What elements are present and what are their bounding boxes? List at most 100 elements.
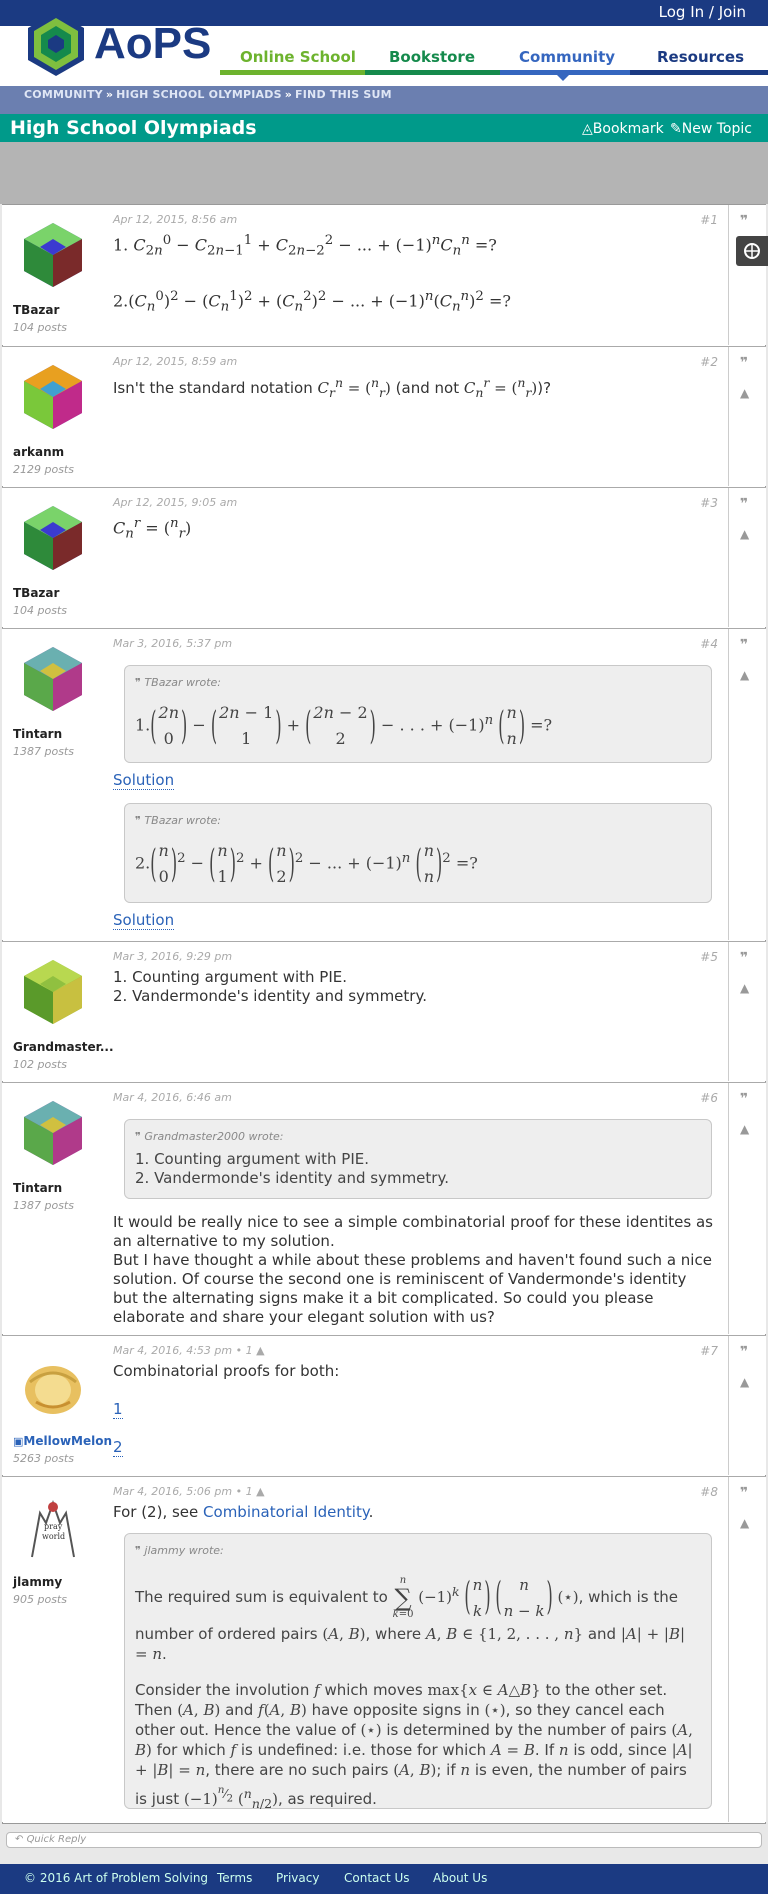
user-avatar-tintarn[interactable] [22, 645, 84, 711]
quote-icon[interactable]: ❞ [740, 1486, 754, 1500]
post-action-rail: ❞ ▲ [728, 347, 766, 486]
post-number[interactable]: #3 [700, 496, 718, 510]
post-8: pray world jlammy 905 posts Mar 4, 2016,… [2, 1476, 766, 1822]
globe-icon [744, 243, 760, 259]
breadcrumb-community[interactable]: COMMUNITY [24, 88, 103, 101]
username[interactable]: Tintarn [13, 1181, 62, 1195]
post-action-rail: ❞ ▲ [728, 488, 766, 627]
like-icon[interactable]: ▲ [740, 982, 754, 994]
bookmark-icon: ◬ [582, 121, 593, 137]
login-link[interactable]: Log In / Join [659, 3, 746, 21]
post-date: Mar 4, 2016, 6:46 am [113, 1091, 232, 1104]
thumbs-up-icon: ▲ [256, 1485, 265, 1498]
username[interactable]: arkanm [13, 445, 64, 459]
nav-resources-underline [630, 70, 768, 75]
footer-contact-link[interactable]: Contact Us [344, 1871, 410, 1885]
post-number[interactable]: #1 [700, 213, 718, 227]
like-icon[interactable]: ▲ [740, 387, 754, 399]
quote-text: The required sum is equivalent to n ∑ k=… [135, 1573, 693, 1812]
user-post-count: 104 posts [13, 604, 67, 617]
forum-title[interactable]: High School Olympiads [10, 117, 257, 139]
quote-mark-icon: ❞ [135, 814, 145, 827]
username[interactable]: ▣MellowMelon [13, 1434, 112, 1448]
post-number[interactable]: #8 [700, 1485, 718, 1499]
quote-icon[interactable]: ❞ [740, 638, 754, 652]
post-number[interactable]: #7 [700, 1344, 718, 1358]
like-icon[interactable]: ▲ [740, 1376, 754, 1388]
quote-icon[interactable]: ❞ [740, 356, 754, 370]
nav-online-school[interactable]: Online School [240, 48, 356, 66]
like-icon[interactable]: ▲ [740, 1123, 754, 1135]
quote-author: ❞ TBazar wrote: [135, 814, 221, 827]
breadcrumb-forum[interactable]: HIGH SCHOOL OLYMPIADS [116, 88, 282, 101]
bookmark-button[interactable]: ◬Bookmark [582, 121, 664, 137]
nav-online-school-underline [220, 70, 365, 75]
quote-icon[interactable]: ❞ [740, 214, 754, 228]
post-date: Apr 12, 2015, 9:05 am [113, 496, 238, 509]
username[interactable]: Tintarn [13, 727, 62, 741]
solution-toggle-2[interactable]: Solution [113, 911, 175, 930]
post-body-line2: 2.(Cn0)2 − (Cn1)2 + (Cn2)2 − ... + (−1)n… [113, 289, 511, 315]
post-6: Tintarn 1387 posts Mar 4, 2016, 6:46 am … [2, 1082, 766, 1334]
like-icon[interactable]: ▲ [740, 1517, 754, 1529]
combinatorial-identity-link[interactable]: Combinatorial Identity [203, 1503, 369, 1521]
user-avatar-tintarn[interactable] [22, 1099, 84, 1165]
nav-resources[interactable]: Resources [657, 48, 744, 66]
username[interactable]: Grandmaster... [13, 1040, 114, 1054]
footer-terms-link[interactable]: Terms [217, 1871, 252, 1885]
footer-privacy-link[interactable]: Privacy [276, 1871, 319, 1885]
user-avatar-arkanm[interactable] [22, 363, 84, 429]
user-avatar-jlammy[interactable]: pray world [22, 1493, 84, 1559]
proof-link-1[interactable]: 1 [113, 1400, 713, 1419]
thumbs-up-icon: ▲ [256, 1344, 265, 1357]
new-topic-button[interactable]: ✎New Topic [670, 121, 752, 137]
quote-block: ❞ jlammy wrote: The required sum is equi… [124, 1533, 712, 1811]
topic-banner [0, 142, 768, 204]
svg-text:pray: pray [44, 1522, 63, 1531]
user-post-count: 5263 posts [13, 1452, 74, 1465]
quote-icon[interactable]: ❞ [740, 1092, 754, 1106]
post-number[interactable]: #5 [700, 950, 718, 964]
quote-mark-icon: ❞ [135, 1544, 145, 1557]
post-action-rail: ❞ ▲ [728, 629, 766, 940]
quote-author: ❞ Grandmaster2000 wrote: [135, 1130, 284, 1143]
quote-block: ❞ TBazar wrote: 1.(2n 0) − (2n − 1 1) + (2… [124, 665, 712, 763]
post-number[interactable]: #4 [700, 637, 718, 651]
quick-reply-bar[interactable]: ↶ Quick Reply [6, 1832, 762, 1848]
quote-icon[interactable]: ❞ [740, 951, 754, 965]
solution-toggle-1[interactable]: Solution [113, 771, 175, 790]
side-toggle-tab[interactable] [736, 236, 768, 266]
post-7: ▣MellowMelon 5263 posts Mar 4, 2016, 4:5… [2, 1335, 766, 1475]
username[interactable]: TBazar [13, 303, 59, 317]
nav-active-caret-icon [556, 74, 570, 81]
user-post-count: 1387 posts [13, 1199, 74, 1212]
like-icon[interactable]: ▲ [740, 669, 754, 681]
post-date: Mar 4, 2016, 5:06 pm • 1 ▲ [113, 1485, 265, 1498]
nav-community[interactable]: Community [519, 48, 615, 66]
quote-text: 1. Counting argument with PIE. 2. Vander… [135, 1150, 449, 1187]
user-avatar-mellowmelon[interactable] [22, 1352, 84, 1418]
footer-about-link[interactable]: About Us [433, 1871, 487, 1885]
proof-link-2[interactable]: 2 [113, 1438, 713, 1457]
post-number[interactable]: #6 [700, 1091, 718, 1105]
user-avatar-grandmaster[interactable] [22, 958, 84, 1024]
post-action-rail: ❞ ▲ [728, 942, 766, 1081]
moderator-badge-icon: ▣ [13, 1435, 24, 1448]
quote-block: ❞ Grandmaster2000 wrote: 1. Counting arg… [124, 1119, 712, 1199]
post-body: Combinatorial proofs for both: [113, 1362, 340, 1380]
post-number[interactable]: #2 [700, 355, 718, 369]
nav-bookstore[interactable]: Bookstore [389, 48, 475, 66]
username[interactable]: TBazar [13, 586, 59, 600]
quote-icon[interactable]: ❞ [740, 1345, 754, 1359]
post-body: Cnr = (nr) [113, 516, 192, 542]
user-avatar-tbazar[interactable] [22, 221, 84, 287]
user-avatar-tbazar[interactable] [22, 504, 84, 570]
breadcrumb-topic[interactable]: FIND THIS SUM [295, 88, 392, 101]
quote-icon[interactable]: ❞ [740, 497, 754, 511]
like-icon[interactable]: ▲ [740, 528, 754, 540]
aops-logo[interactable]: AoPS [24, 6, 214, 82]
edit-icon: ✎ [670, 121, 682, 137]
username[interactable]: jlammy [13, 1575, 62, 1589]
post-1: TBazar 104 posts Apr 12, 2015, 8:56 am #… [2, 205, 766, 345]
quote-mark-icon: ❞ [135, 676, 145, 689]
